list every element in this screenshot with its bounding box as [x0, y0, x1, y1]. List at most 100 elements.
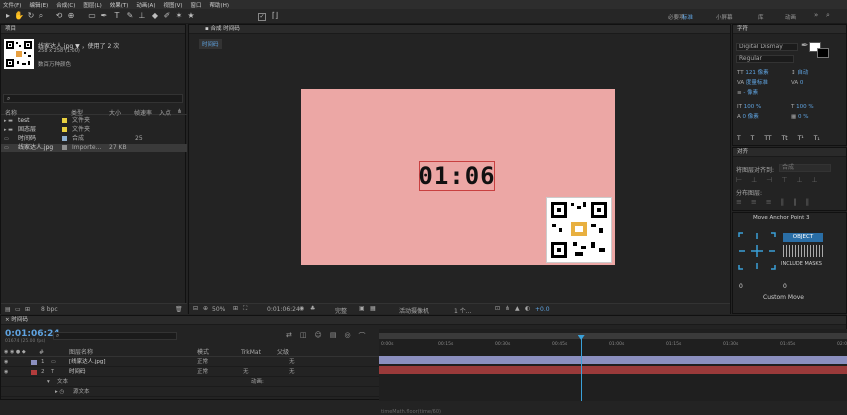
comp-canvas[interactable]: 01:06 — [301, 89, 615, 265]
label-swatch[interactable] — [62, 145, 67, 150]
comp-tab[interactable]: 时间码 — [199, 39, 222, 49]
mask-icon[interactable]: ⊕ — [203, 305, 208, 312]
comp-flowchart-icon[interactable]: ⇄ — [286, 331, 292, 341]
zoom-select[interactable]: 50% — [212, 306, 225, 313]
align-bottom-icon[interactable]: ⊥ — [812, 176, 818, 184]
project-item[interactable]: ▭ 时间码 合成 25 — [1, 135, 187, 143]
animate-label[interactable]: 动画: — [251, 378, 264, 387]
channel-icon[interactable]: ♣ — [310, 305, 315, 312]
col-type[interactable]: 类型 — [71, 108, 83, 117]
safe-zone-icon[interactable]: ⊞ — [233, 305, 238, 312]
render-icon[interactable]: ⊡ — [495, 305, 500, 312]
timeline-track-area[interactable]: 0:00s 00:15s 00:30s 00:45s 01:00s 01:15s 01:30… — [379, 329, 847, 415]
col-name[interactable]: 名称 — [5, 108, 17, 117]
property-name[interactable]: 文本 — [57, 378, 68, 387]
more-icon[interactable]: » — [814, 11, 818, 19]
visibility-icon[interactable]: ◉ — [4, 358, 8, 367]
col-fps[interactable]: 帧速率 — [134, 108, 152, 117]
motion-blur-icon[interactable]: ◎ — [344, 331, 350, 341]
col-in[interactable]: 入点 — [159, 108, 171, 117]
col-layer-name[interactable]: 图层名称 — [69, 348, 93, 357]
layer-mode-select[interactable]: 正常 — [197, 368, 208, 377]
flowchart-icon[interactable]: ⋔ — [177, 108, 182, 115]
tracking-value[interactable]: 0 — [800, 80, 804, 86]
custom-move-button[interactable]: Custom Move — [763, 294, 804, 301]
layer-mode-select[interactable]: 正常 — [197, 358, 208, 367]
timeline-property-row[interactable]: ▸ ◷ 源文本 — [1, 388, 379, 397]
label-swatch[interactable] — [62, 136, 67, 141]
project-item[interactable]: ▭ 线家达人.jpg Importe... 27 KB — [1, 144, 187, 152]
timecode-text[interactable]: 01:06 — [418, 161, 495, 191]
eyedropper-icon[interactable]: ✒ — [801, 41, 809, 51]
timeline-layer-row[interactable]: ◉ 2 T 时间码 正常 无 无 — [1, 368, 379, 377]
snap-checkbox[interactable]: ✓ — [258, 13, 266, 21]
font-size-value[interactable]: 121 像素 — [745, 70, 768, 76]
project-search-input[interactable]: ⌕ — [3, 94, 183, 103]
eraser-tool-icon[interactable]: ◆ — [150, 11, 160, 21]
col-mode[interactable]: 模式 — [197, 348, 209, 357]
reset-exposure-icon[interactable]: ◐ — [525, 305, 530, 312]
puppet-pin-icon[interactable]: ★ — [186, 11, 196, 21]
workspace-animation[interactable]: 动画 — [785, 13, 796, 21]
search-help-icon[interactable]: ⌕ — [826, 11, 830, 20]
zoom-tool-icon[interactable]: ⌕ — [36, 11, 46, 21]
pan-tool-icon[interactable]: ⊕ — [66, 11, 76, 21]
preview-icon[interactable]: ⊟ — [193, 305, 198, 312]
kerning-value[interactable]: 度量标准 — [746, 80, 768, 86]
font-style-select[interactable]: Regular — [736, 55, 794, 63]
clone-tool-icon[interactable]: ⊥ — [137, 11, 147, 21]
bpc-label[interactable]: 8 bpc — [41, 306, 58, 313]
workspace-libraries[interactable]: 库 — [758, 13, 764, 21]
vscale-value[interactable]: 100 % — [744, 104, 761, 110]
qr-image[interactable] — [546, 197, 612, 263]
label-swatch[interactable] — [62, 118, 67, 123]
time-ruler[interactable]: 0:00s 00:15s 00:30s 00:45s 01:00s 01:15s 01:30… — [379, 341, 847, 349]
text-tool-icon[interactable]: T — [112, 11, 122, 21]
dist-3-icon[interactable]: ≡ — [766, 198, 772, 206]
tsume-value[interactable]: 0 % — [798, 114, 808, 120]
camera-select[interactable]: 活动摄像机 — [399, 306, 429, 315]
timeline-search-input[interactable]: ⌕ — [53, 332, 177, 340]
text-style-button-1[interactable]: T — [751, 135, 755, 142]
work-area-bar[interactable] — [379, 333, 847, 339]
layer-name[interactable]: 时间码 — [69, 368, 86, 377]
anchor-grid[interactable] — [737, 231, 777, 271]
align-top-icon[interactable]: ⊤ — [781, 176, 787, 184]
new-folder-icon[interactable]: ▭ — [15, 306, 21, 313]
text-style-button-3[interactable]: Tt — [782, 135, 788, 142]
flow-icon[interactable]: ⋔ — [505, 305, 510, 312]
layer-trkmat-select[interactable]: 无 — [243, 368, 249, 377]
exposure-value[interactable]: +0.0 — [535, 306, 550, 313]
col-size[interactable]: 大小 — [109, 108, 121, 117]
snapshot-icon[interactable]: ◉ — [299, 305, 304, 312]
timeline-property-row[interactable]: ▾ 文本 动画: — [1, 378, 379, 387]
trash-icon[interactable]: 🗑 — [175, 306, 183, 313]
3d-icon[interactable]: ▲ — [515, 305, 520, 312]
baseline-value[interactable]: 0 像素 — [743, 114, 759, 120]
align-right-icon[interactable]: ⊣ — [766, 176, 772, 184]
shy-icon[interactable]: ☺ — [315, 331, 322, 341]
resolution-select[interactable]: 完整 — [335, 306, 347, 315]
menu-item-6[interactable]: 视图(V) — [163, 1, 182, 9]
layer-name[interactable]: [线家达人.jpg] — [69, 358, 106, 367]
menu-item-2[interactable]: 合成(C) — [56, 1, 75, 9]
dist-6-icon[interactable]: ‖ — [806, 198, 810, 206]
align-vcenter-icon[interactable]: ⊥ — [796, 176, 802, 184]
graph-editor-icon[interactable]: ⌒ — [359, 331, 366, 341]
menu-item-0[interactable]: 文件(F) — [3, 1, 21, 9]
align-to-select[interactable]: 合成 — [779, 164, 831, 172]
layer-label-swatch[interactable] — [31, 360, 37, 365]
snap-icon[interactable]: ⌈⌋ — [268, 11, 282, 21]
stroke-swatch[interactable] — [817, 48, 829, 58]
disclosure-icon[interactable]: ▾ — [47, 378, 50, 387]
playhead[interactable] — [577, 335, 585, 401]
timeline-current-time[interactable]: 0:01:06:24 — [5, 329, 60, 339]
project-item[interactable]: ▸ ▬ 固态层 文件夹 — [1, 126, 187, 134]
workspace-standard[interactable]: 标准 — [682, 13, 693, 21]
align-hcenter-icon[interactable]: ⊥ — [751, 176, 757, 184]
font-family-select[interactable]: Digital Dismay — [736, 43, 798, 51]
visibility-icon[interactable]: ◉ — [4, 368, 8, 377]
hscale-value[interactable]: 100 % — [796, 104, 813, 110]
fullscreen-icon[interactable]: ⛶ — [243, 305, 247, 313]
dist-5-icon[interactable]: ‖ — [793, 198, 797, 206]
